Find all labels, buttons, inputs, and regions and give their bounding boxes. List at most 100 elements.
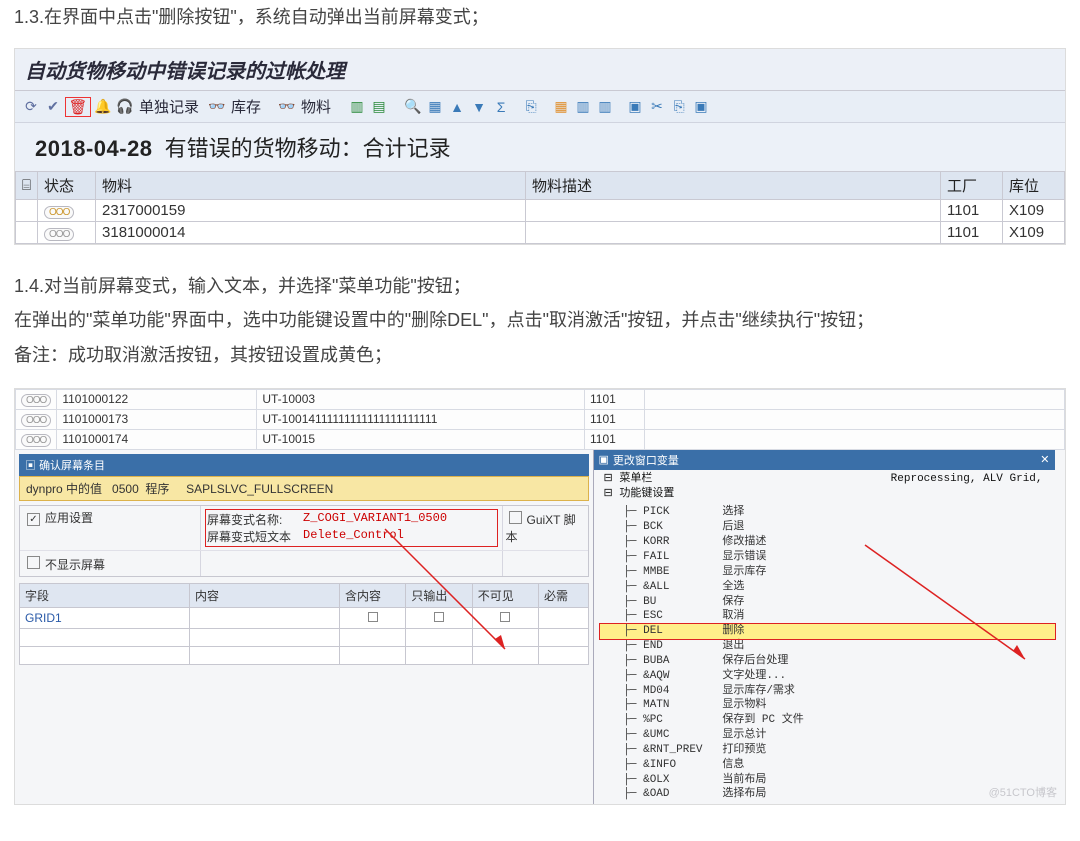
table-row[interactable]: GRID1 <box>20 607 589 628</box>
status-icon: OOO <box>21 394 51 407</box>
alv-grid: ⌸ 状态 物料 物料描述 工厂 库位 OOO 2317000159 1101 X… <box>15 171 1065 244</box>
sel-col[interactable]: ⌸ <box>16 172 38 200</box>
table-row[interactable]: OOO1101000173UT-100141111111111111111111… <box>16 409 1065 429</box>
sap-screenshot-1: 自动货物移动中错误记录的过帐处理 ⟳ ✔ 🗑 🔔 🎧 单独记录 👓 库存 👓 物… <box>14 48 1066 245</box>
apply-settings-checkbox[interactable] <box>27 513 40 526</box>
bell-icon[interactable]: 🔔 <box>93 98 113 116</box>
variant-icon-1[interactable]: ▥ <box>573 98 593 116</box>
misc-icon-1[interactable]: ▣ <box>625 98 645 116</box>
sort-asc-icon[interactable]: ▲ <box>447 98 467 116</box>
check-icon[interactable]: ✔ <box>43 98 63 116</box>
select-all-icon[interactable]: ▥ <box>347 98 367 116</box>
col-invisible[interactable]: 不可见 <box>472 583 538 607</box>
fkey-bu[interactable]: ├─ BU 保存 <box>600 595 1055 610</box>
export-icon[interactable]: ⎘ <box>521 98 541 116</box>
col-content[interactable]: 内容 <box>190 583 340 607</box>
toolbar: ⟳ ✔ 🗑 🔔 🎧 单独记录 👓 库存 👓 物料 ▥ ▤ 🔍 ▦ ▲ ▼ Σ ⎘… <box>15 91 1065 123</box>
delete-icon[interactable]: 🗑 <box>68 98 88 116</box>
sum-icon[interactable]: Σ <box>491 98 511 116</box>
material-button[interactable]: 物料 <box>301 96 331 117</box>
sap-screenshot-2: OOO1101000122UT-100031101 OOO1101000173U… <box>14 388 1066 806</box>
fkey-all[interactable]: ├─ &ALL 全选 <box>600 580 1055 595</box>
col-desc[interactable]: 物料描述 <box>526 172 941 200</box>
col-required[interactable]: 必需 <box>539 583 588 607</box>
variant-name-input[interactable]: Z_COGI_VARIANT1_0500 <box>303 511 447 528</box>
status-icon: OOO <box>21 414 51 427</box>
guixt-checkbox[interactable] <box>509 511 522 524</box>
status-icon: OOO <box>44 206 74 219</box>
fkey-esc[interactable]: ├─ ESC 取消 <box>600 609 1055 624</box>
table-row[interactable]: OOO1101000122UT-100031101 <box>16 389 1065 409</box>
col-state[interactable]: 状态 <box>38 172 96 200</box>
fkey-oad[interactable]: ├─ &OAD 选择布局 <box>600 787 1055 802</box>
dialog-title: ▣ 确认屏幕条目 <box>19 454 589 476</box>
instruction-1-4b: 在弹出的"菜单功能"界面中，选中功能键设置中的"删除DEL"，点击"取消激活"按… <box>14 303 1066 337</box>
col-output-only[interactable]: 只输出 <box>406 583 472 607</box>
function-key-list: ├─ PICK 选择 ├─ BCK 后退 ├─ KORR 修改描述 ├─ FAI… <box>594 503 1055 804</box>
screen-variant-dialog: ▣ 确认屏幕条目 dynpro 中的值 0500 程序 SAPLSLVC_FUL… <box>15 450 593 805</box>
fkey-info[interactable]: ├─ &INFO 信息 <box>600 758 1055 773</box>
table-row[interactable]: OOO 3181000014 1101 X109 <box>16 222 1065 244</box>
misc-icon-4[interactable]: ▣ <box>691 98 711 116</box>
layout-icon[interactable]: ▦ <box>551 98 571 116</box>
misc-icon-2[interactable]: ✂ <box>647 98 667 116</box>
fkey-fail[interactable]: ├─ FAIL 显示错误 <box>600 550 1055 565</box>
fkey-bck[interactable]: ├─ BCK 后退 <box>600 520 1055 535</box>
table-row[interactable]: OOO1101000174UT-100151101 <box>16 429 1065 449</box>
fkey-umc[interactable]: ├─ &UMC 显示总计 <box>600 728 1055 743</box>
menu-dialog-title: ▣ 更改窗口变量✕ <box>594 450 1055 470</box>
fkey-olx[interactable]: ├─ &OLX 当前布局 <box>600 773 1055 788</box>
col-field[interactable]: 字段 <box>20 583 190 607</box>
fkey-buba[interactable]: ├─ BUBA 保存后台处理 <box>600 654 1055 669</box>
table-row[interactable]: OOO 2317000159 1101 X109 <box>16 200 1065 222</box>
apply-settings-label: 应用设置 <box>45 511 93 525</box>
instruction-1-3: 1.3.在界面中点击"删除按钮"，系统自动弹出当前屏幕变式； <box>14 0 1066 34</box>
col-matnr[interactable]: 物料 <box>96 172 526 200</box>
col-plant[interactable]: 工厂 <box>941 172 1003 200</box>
dynpro-header: dynpro 中的值 0500 程序 SAPLSLVC_FULLSCREEN <box>19 476 589 501</box>
tree-node-menubar[interactable]: ⊟ 菜单栏Reprocessing, ALV Grid, <box>600 472 1055 487</box>
fkey-pc[interactable]: ├─ %PC 保存到 PC 文件 <box>600 713 1055 728</box>
status-icon: OOO <box>21 434 51 447</box>
background-grid: OOO1101000122UT-100031101 OOO1101000173U… <box>15 389 1065 450</box>
glasses-icon-2[interactable]: 👓 <box>277 98 297 116</box>
tree-node-fkeys[interactable]: ⊟ 功能键设置 <box>600 487 1055 502</box>
table-row[interactable] <box>20 628 589 646</box>
variant-name-highlight: 屏幕变式名称:Z_COGI_VARIANT1_0500 屏幕变式短文本Delet… <box>205 509 498 547</box>
fkey-aqw[interactable]: ├─ &AQW 文字处理... <box>600 669 1055 684</box>
sort-desc-icon[interactable]: ▼ <box>469 98 489 116</box>
fkey-korr[interactable]: ├─ KORR 修改描述 <box>600 535 1055 550</box>
headset-icon[interactable]: 🎧 <box>115 98 135 116</box>
fkey-del[interactable]: ├─ DEL 删除 <box>600 624 1055 639</box>
variant-icon-2[interactable]: ▥ <box>595 98 615 116</box>
noshow-label: 不显示屏幕 <box>45 558 105 572</box>
find-icon[interactable]: 🔍 <box>403 98 423 116</box>
instruction-1-4a: 1.4.对当前屏幕变式，输入文本，并选择"菜单功能"按钮； <box>14 269 1066 303</box>
fkey-md[interactable]: ├─ MD04 显示库存/需求 <box>600 684 1055 699</box>
sub-header: 2018-04-28 有错误的货物移动：合计记录 <box>15 123 1065 171</box>
fkey-mmbe[interactable]: ├─ MMBE 显示库存 <box>600 565 1055 580</box>
variant-text-input[interactable]: Delete_Control <box>303 528 404 545</box>
stock-button[interactable]: 库存 <box>231 96 261 117</box>
fkey-pick[interactable]: ├─ PICK 选择 <box>600 505 1055 520</box>
glasses-icon-1[interactable]: 👓 <box>207 98 227 116</box>
watermark: @51CTO博客 <box>989 784 1057 800</box>
deselect-all-icon[interactable]: ▤ <box>369 98 389 116</box>
refresh-icon[interactable]: ⟳ <box>21 98 41 116</box>
fkey-rntprev[interactable]: ├─ &RNT_PREV 打印预览 <box>600 743 1055 758</box>
status-icon: OOO <box>44 228 74 241</box>
misc-icon-3[interactable]: ⎘ <box>669 98 689 116</box>
col-with-content[interactable]: 含内容 <box>340 583 406 607</box>
menu-function-dialog: ▣ 更改窗口变量✕ ⊟ 菜单栏Reprocessing, ALV Grid, ⊟… <box>593 450 1055 805</box>
single-record-button[interactable]: 单独记录 <box>139 96 199 117</box>
close-icon[interactable]: ✕ <box>1040 453 1049 467</box>
fields-table: 字段 内容 含内容 只输出 不可见 必需 GRID1 <box>19 583 589 665</box>
column-headers: ⌸ 状态 物料 物料描述 工厂 库位 <box>16 172 1065 200</box>
table-row[interactable] <box>20 646 589 664</box>
noshow-checkbox[interactable] <box>27 556 40 569</box>
fkey-matn[interactable]: ├─ MATN 显示物料 <box>600 698 1055 713</box>
fkey-end[interactable]: ├─ END 退出 <box>600 639 1055 654</box>
col-sloc[interactable]: 库位 <box>1003 172 1065 200</box>
window-title: 自动货物移动中错误记录的过帐处理 <box>15 49 1065 91</box>
filter-icon[interactable]: ▦ <box>425 98 445 116</box>
